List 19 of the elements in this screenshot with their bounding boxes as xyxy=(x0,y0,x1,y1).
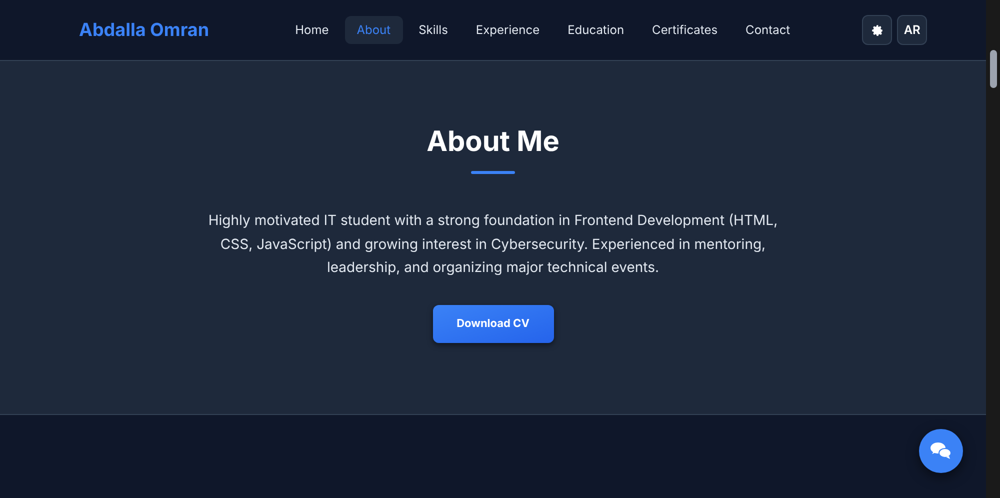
nav-link[interactable]: Education xyxy=(556,16,636,44)
nav-link[interactable]: Home xyxy=(283,16,341,44)
nav-link[interactable]: Skills xyxy=(406,16,460,44)
scrollbar-thumb[interactable] xyxy=(990,50,996,88)
section-title: About Me xyxy=(426,123,560,159)
chat-button[interactable] xyxy=(919,429,963,473)
scrollbar[interactable] xyxy=(986,0,1000,498)
site-logo[interactable]: Abdalla Omran xyxy=(79,16,210,44)
chat-bubbles-icon xyxy=(930,442,952,460)
download-cv-button[interactable]: Download CV xyxy=(432,304,554,342)
settings-button[interactable] xyxy=(862,15,892,45)
title-underline xyxy=(471,171,515,174)
settings-icon xyxy=(870,24,884,36)
nav-link[interactable]: Certificates xyxy=(640,16,730,44)
language-button[interactable]: AR xyxy=(897,15,928,45)
nav-link[interactable]: About xyxy=(344,16,403,44)
nav-link[interactable]: Experience xyxy=(464,16,552,44)
about-paragraph: Highly motivated IT student with a strong foundation in Frontend Development (HTML, CSS, JavaScript) and growing interest in Cybersecurity. Experienced in mentoring, leadership, and organizing major technical events. xyxy=(207,211,779,278)
nav-link[interactable]: Contact xyxy=(734,16,802,44)
